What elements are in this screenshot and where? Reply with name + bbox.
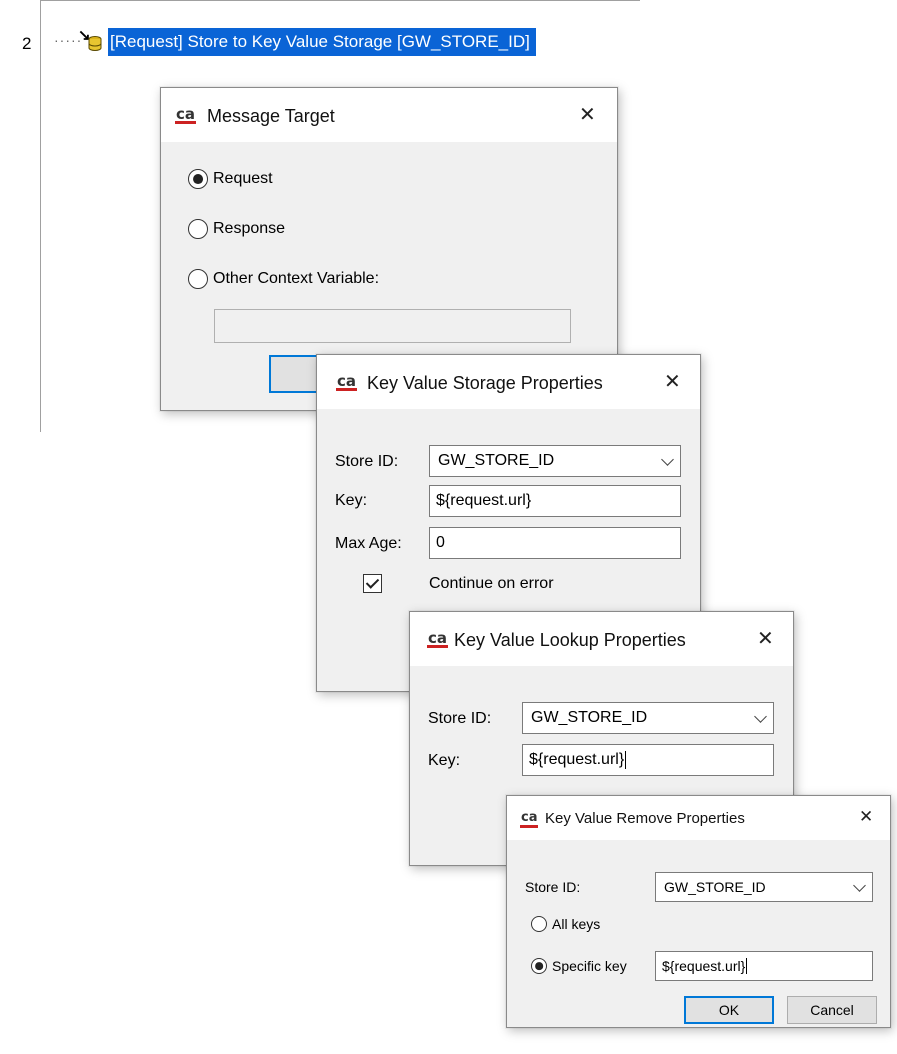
dialog-title: Key Value Storage Properties: [367, 373, 603, 393]
database-icon: [88, 36, 102, 51]
request-option-label: Request: [213, 170, 273, 187]
ok-button[interactable]: OK: [684, 996, 774, 1024]
close-icon[interactable]: ✕: [859, 807, 873, 827]
close-icon[interactable]: ✕: [757, 626, 774, 651]
other-variable-input[interactable]: [214, 309, 571, 343]
response-radio[interactable]: [188, 219, 208, 239]
tree-top-border: [40, 0, 640, 1]
text-cursor: [746, 958, 748, 974]
key-input[interactable]: ${request.url}: [522, 744, 774, 776]
specific-key-value: ${request.url}: [662, 958, 746, 974]
selected-assertion-row[interactable]: [Request] Store to Key Value Storage [GW…: [108, 28, 536, 56]
text-cursor: [625, 751, 627, 769]
kv-storage-titlebar: ca Key Value Storage Properties ✕: [317, 355, 700, 409]
continue-on-error-label: Continue on error: [429, 575, 554, 592]
specific-key-input[interactable]: ${request.url}: [655, 951, 873, 981]
ca-logo-icon: ca: [520, 811, 539, 828]
specific-key-label: Specific key: [552, 958, 627, 974]
other-variable-option-label: Other Context Variable:: [213, 270, 380, 287]
kv-lookup-titlebar: ca Key Value Lookup Properties ✕: [410, 612, 793, 666]
close-icon[interactable]: ✕: [664, 369, 681, 394]
chevron-down-icon: [853, 879, 866, 892]
other-variable-radio[interactable]: [188, 269, 208, 289]
store-id-value: GW_STORE_ID: [438, 452, 555, 469]
kv-remove-dialog: ca Key Value Remove Properties ✕ Store I…: [506, 795, 891, 1028]
ca-logo-icon: ca: [336, 372, 358, 391]
store-id-label: Store ID:: [428, 710, 492, 727]
request-radio[interactable]: [188, 169, 208, 189]
line-number: 2: [22, 34, 32, 53]
key-label: Key:: [428, 752, 461, 769]
chevron-down-icon: [661, 453, 674, 466]
store-id-value: GW_STORE_ID: [664, 879, 766, 895]
store-id-value: GW_STORE_ID: [531, 709, 648, 726]
key-input[interactable]: ${request.url}: [429, 485, 681, 517]
cancel-button[interactable]: Cancel: [787, 996, 877, 1024]
message-target-titlebar: ca Message Target ✕: [161, 88, 617, 142]
store-id-label: Store ID:: [335, 453, 399, 470]
response-option-label: Response: [213, 220, 286, 237]
dialog-title: Key Value Remove Properties: [545, 810, 745, 827]
key-label: Key:: [335, 492, 368, 509]
ca-logo-icon: ca: [175, 105, 197, 124]
store-id-label: Store ID:: [525, 879, 581, 895]
all-keys-label: All keys: [552, 916, 601, 932]
max-age-label: Max Age:: [335, 535, 402, 552]
all-keys-radio[interactable]: [531, 916, 547, 932]
max-age-input[interactable]: 0: [429, 527, 681, 559]
line-gutter: [40, 0, 41, 432]
store-id-select[interactable]: GW_STORE_ID: [655, 872, 873, 902]
store-id-select[interactable]: GW_STORE_ID: [522, 702, 774, 734]
ca-logo-icon: ca: [427, 629, 449, 648]
dialog-title: Key Value Lookup Properties: [454, 630, 686, 650]
close-icon[interactable]: ✕: [579, 102, 596, 127]
continue-on-error-checkbox[interactable]: [363, 574, 382, 593]
kv-remove-titlebar: ca Key Value Remove Properties ✕: [507, 796, 890, 840]
store-id-select[interactable]: GW_STORE_ID: [429, 445, 681, 477]
key-value: ${request.url}: [529, 751, 625, 768]
specific-key-radio[interactable]: [531, 958, 547, 974]
dialog-title: Message Target: [207, 106, 335, 126]
chevron-down-icon: [754, 710, 767, 723]
